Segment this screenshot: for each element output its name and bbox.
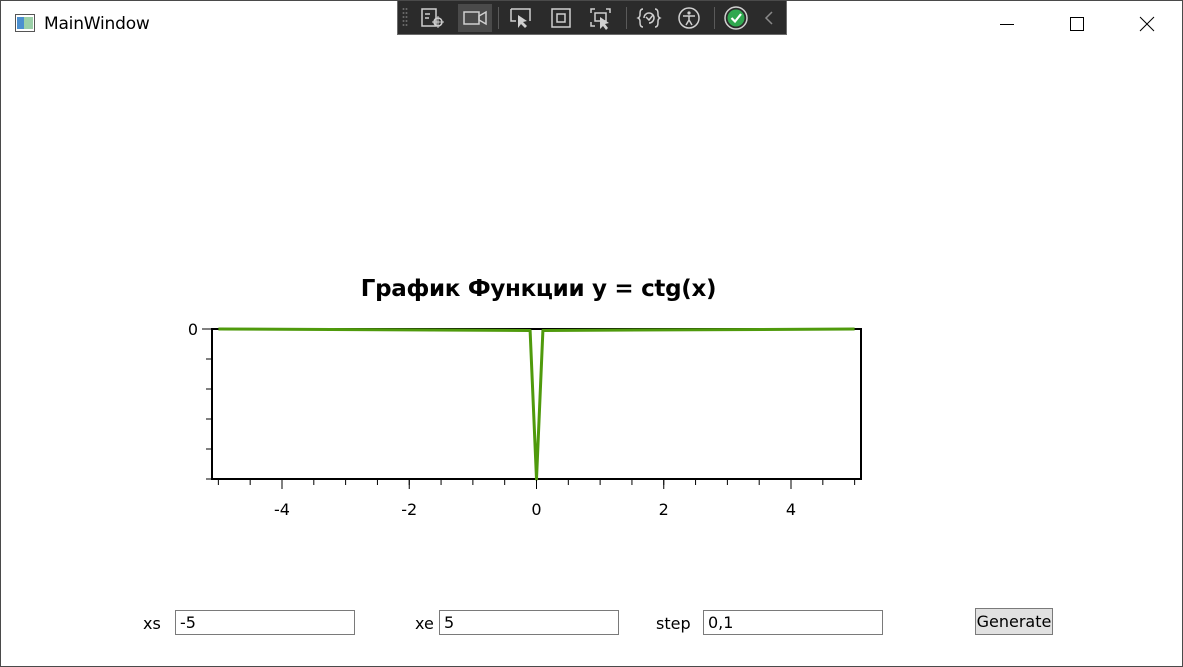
close-icon: [1139, 16, 1155, 32]
visual-tree-icon: [421, 8, 444, 28]
grip-icon: [402, 8, 408, 26]
select-element-icon: [510, 8, 531, 28]
xs-label: xs: [143, 614, 161, 633]
accessibility-icon: [678, 7, 700, 29]
select-element-button[interactable]: [506, 4, 536, 32]
collapse-icon: [764, 11, 773, 25]
xs-input[interactable]: [175, 610, 355, 635]
series-line: [218, 327, 855, 481]
title-bar[interactable]: MainWindow: [1, 1, 1182, 47]
window-title: MainWindow: [44, 14, 150, 34]
minimize-icon: [1000, 24, 1014, 25]
x-tick-label: 0: [531, 500, 541, 519]
x-tick-label: 2: [659, 500, 669, 519]
maximize-icon: [1070, 17, 1084, 31]
record-icon: [463, 10, 487, 26]
step-input[interactable]: [703, 610, 883, 635]
toolbar-separator: [498, 7, 499, 29]
xe-input[interactable]: [439, 610, 619, 635]
display-layout-adorners-button[interactable]: [546, 4, 576, 32]
display-layout-adorners-icon: [551, 8, 571, 28]
x-tick-label: -4: [274, 500, 290, 519]
track-focus-button[interactable]: [586, 4, 616, 32]
toolbar-separator: [626, 7, 627, 29]
track-focus-icon: [590, 8, 611, 30]
visual-tree-button[interactable]: [418, 4, 448, 32]
xe-label: xe: [415, 614, 434, 633]
toolbar-separator: [714, 7, 715, 29]
minimize-button[interactable]: [972, 1, 1042, 47]
accessibility-button[interactable]: [674, 4, 704, 32]
hot-reload-icon: [636, 8, 662, 28]
x-tick-label: 4: [786, 500, 796, 519]
x-tick-label: -2: [401, 500, 417, 519]
close-button[interactable]: [1112, 1, 1182, 47]
app-icon: [15, 14, 35, 32]
binding-check-icon: [724, 6, 748, 30]
function-chart: -4 -2 0 2 4 0: [188, 320, 862, 519]
xaml-devtools-toolbar: [397, 1, 787, 35]
chart-title: График Функции y = ctg(x): [360, 276, 717, 302]
generate-button[interactable]: Generate: [975, 608, 1053, 635]
maximize-button[interactable]: [1042, 1, 1112, 47]
y-tick-label: 0: [188, 320, 198, 339]
hot-reload-button[interactable]: [634, 4, 664, 32]
collapse-toolbar-button[interactable]: [758, 4, 780, 32]
main-window: MainWindow График Функции y = ctg(x) -4 …: [0, 0, 1183, 667]
step-label: step: [656, 614, 691, 633]
binding-check-button[interactable]: [721, 4, 751, 32]
record-button[interactable]: [458, 4, 492, 32]
